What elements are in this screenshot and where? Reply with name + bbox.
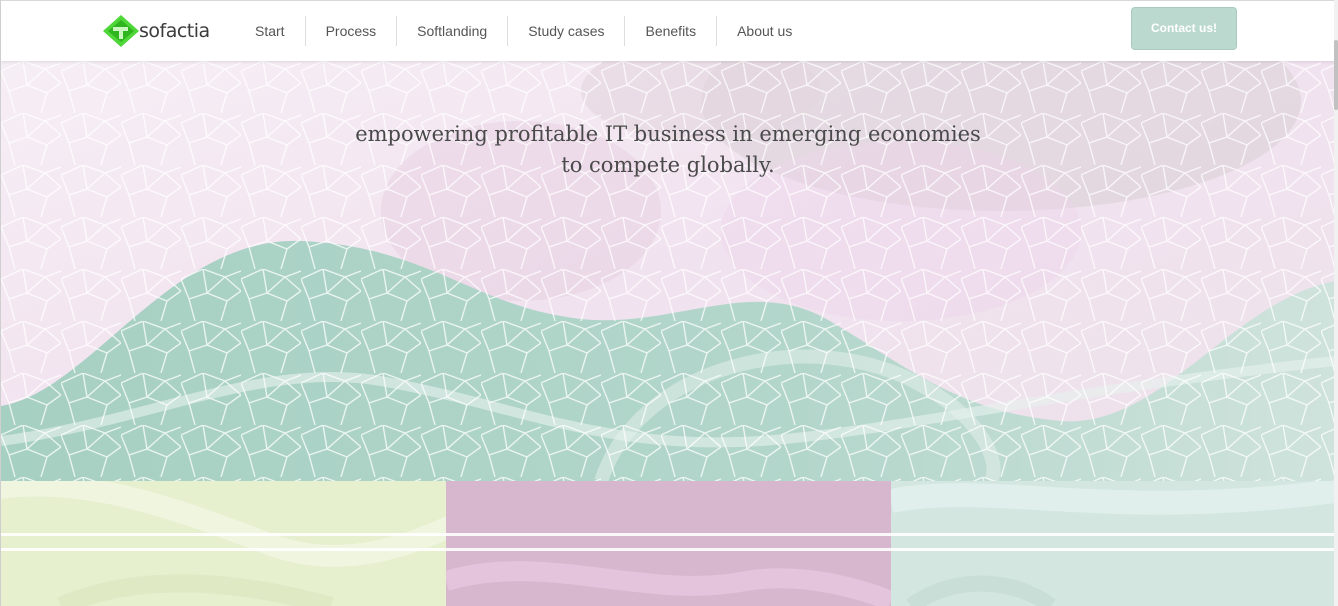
hero-banner: empowering profitable IT business in eme…	[1, 61, 1334, 481]
panel-right-divider-2	[891, 548, 1334, 551]
contact-us-button[interactable]: Contact us!	[1131, 7, 1237, 50]
panel-left-divider-2	[1, 548, 446, 551]
panel-middle-divider	[446, 533, 891, 536]
panel-middle-decoration	[446, 481, 891, 606]
nav-benefits[interactable]: Benefits	[625, 16, 718, 46]
nav-about-us[interactable]: About us	[717, 16, 812, 46]
main-nav: Start Process Softlanding Study cases Be…	[235, 16, 812, 46]
logo-text: sofactia	[139, 20, 210, 42]
tagline-line-2: to compete globally.	[561, 153, 775, 177]
tagline-line-1: empowering profitable IT business in eme…	[355, 122, 981, 146]
feature-panel-right	[891, 481, 1334, 606]
panel-middle-divider-2	[446, 548, 891, 551]
panel-right-decoration	[891, 481, 1334, 606]
page: sofactia Start Process Softlanding Study…	[0, 0, 1334, 606]
page-scrollbar[interactable]	[1334, 0, 1338, 606]
feature-panel-left	[1, 481, 446, 606]
scrollbar-thumb[interactable]	[1334, 40, 1338, 110]
feature-panel-middle	[446, 481, 891, 606]
sofactia-logo-icon	[103, 15, 139, 47]
panel-right-divider	[891, 533, 1334, 536]
site-header: sofactia Start Process Softlanding Study…	[1, 0, 1334, 61]
nav-softlanding[interactable]: Softlanding	[397, 16, 509, 46]
panel-left-decoration	[1, 481, 446, 606]
hero-tagline: empowering profitable IT business in eme…	[1, 119, 1334, 181]
nav-process[interactable]: Process	[306, 16, 398, 46]
logo-link[interactable]: sofactia	[101, 13, 210, 49]
nav-start[interactable]: Start	[235, 16, 306, 46]
nav-study-cases[interactable]: Study cases	[508, 16, 626, 46]
panel-left-divider	[1, 533, 446, 536]
